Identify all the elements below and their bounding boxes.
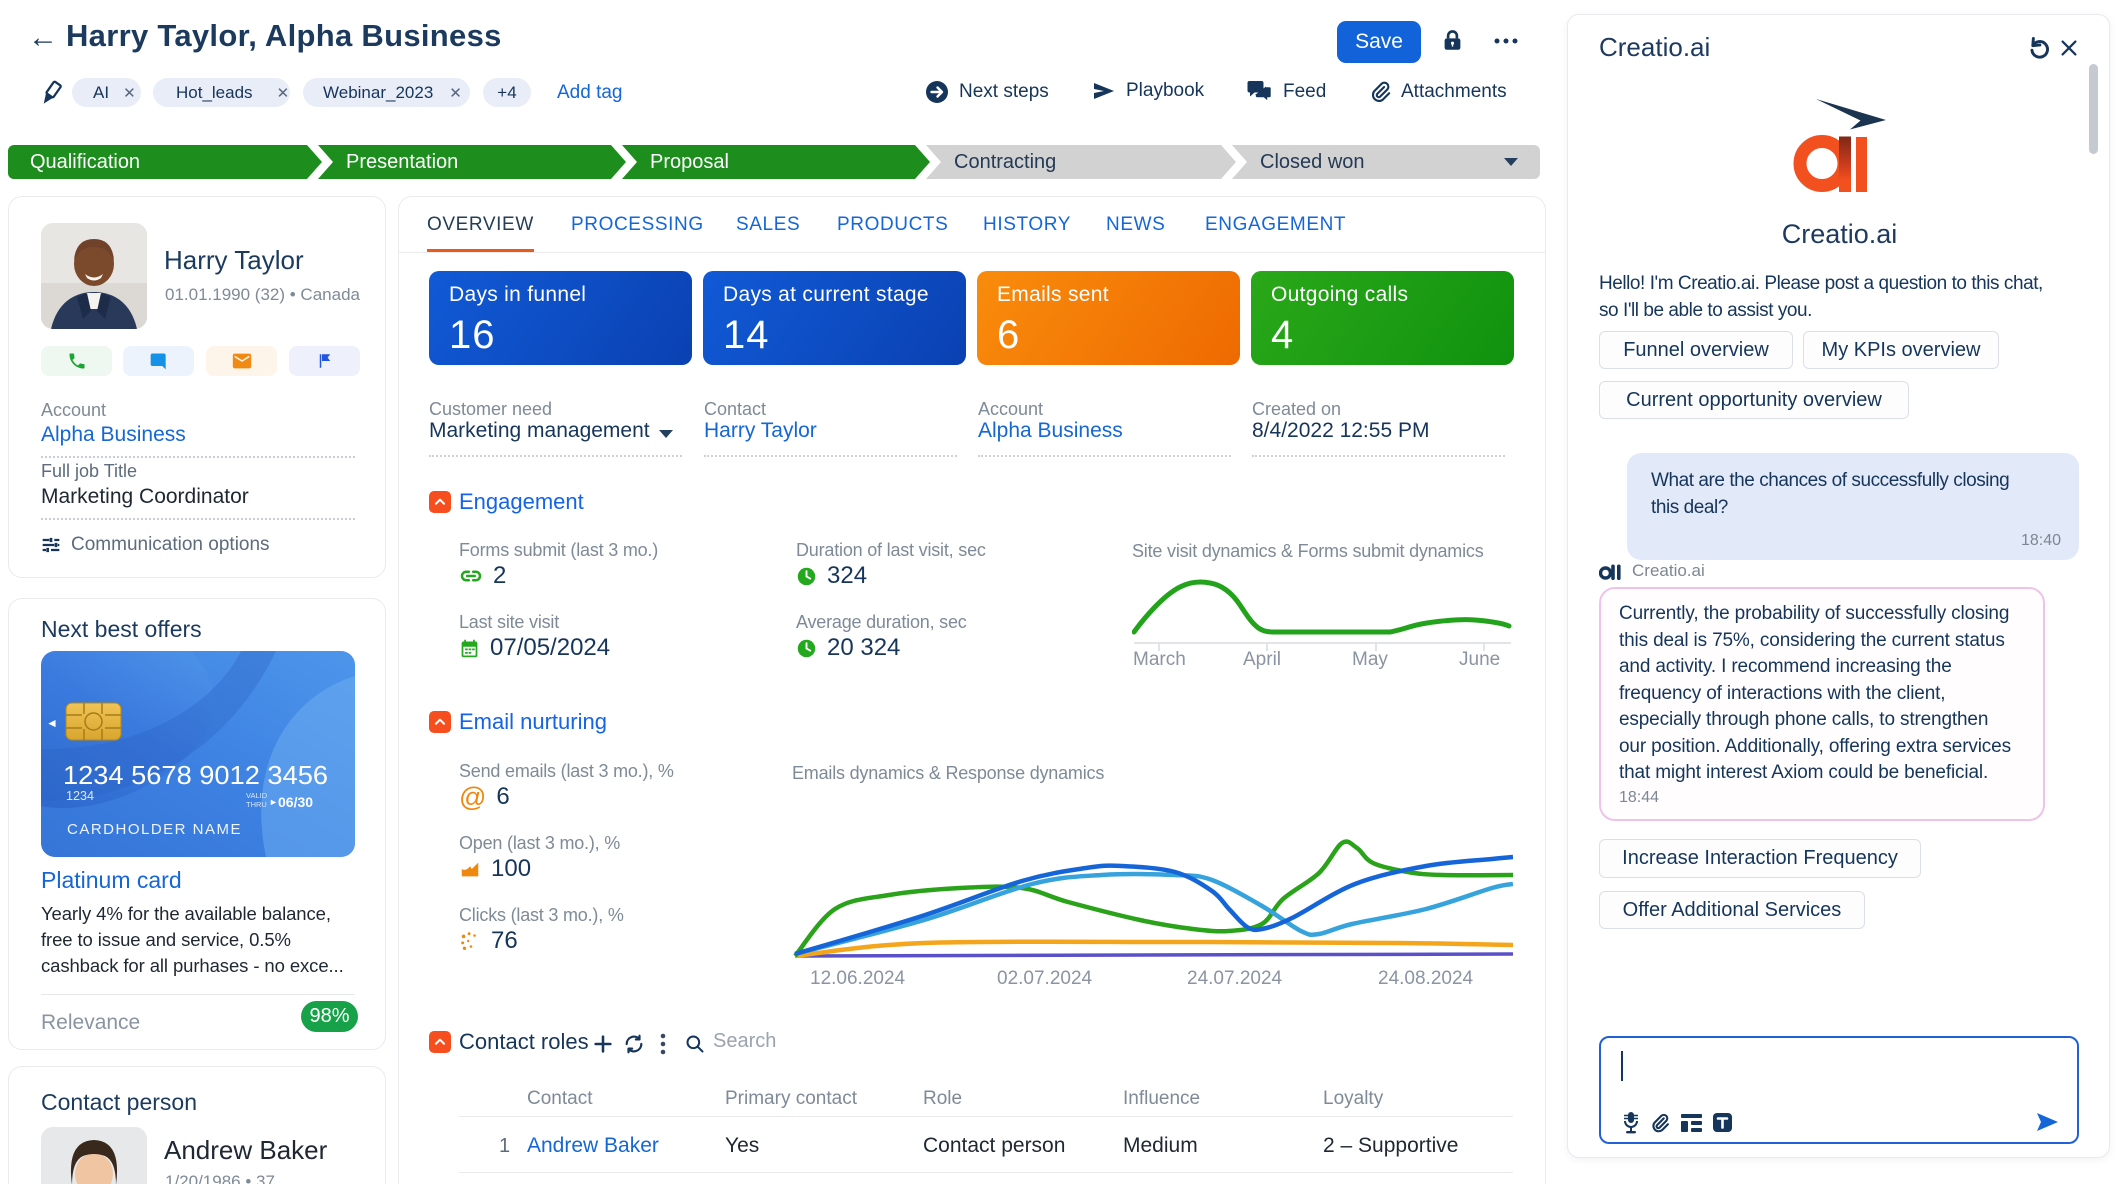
svg-text:◄: ◄ [46, 716, 58, 730]
svg-text:02.07.2024: 02.07.2024 [997, 968, 1093, 989]
svg-text:CARDHOLDER NAME: CARDHOLDER NAME [67, 821, 242, 838]
svg-text:12.06.2024: 12.06.2024 [810, 968, 906, 989]
svg-text:24.08.2024: 24.08.2024 [1378, 968, 1474, 989]
svg-text:VALID: VALID [246, 791, 268, 800]
svg-text:24.07.2024: 24.07.2024 [1187, 968, 1283, 989]
svg-text:May: May [1352, 649, 1388, 670]
svg-text:►: ► [269, 797, 278, 807]
svg-text:April: April [1243, 649, 1281, 670]
svg-text:1234: 1234 [66, 788, 94, 803]
svg-text:June: June [1459, 649, 1500, 670]
svg-text:THRU: THRU [246, 800, 267, 809]
svg-text:06/30: 06/30 [278, 794, 313, 810]
svg-text:March: March [1133, 649, 1186, 670]
svg-text:1234 5678 9012 3456: 1234 5678 9012 3456 [63, 760, 328, 790]
